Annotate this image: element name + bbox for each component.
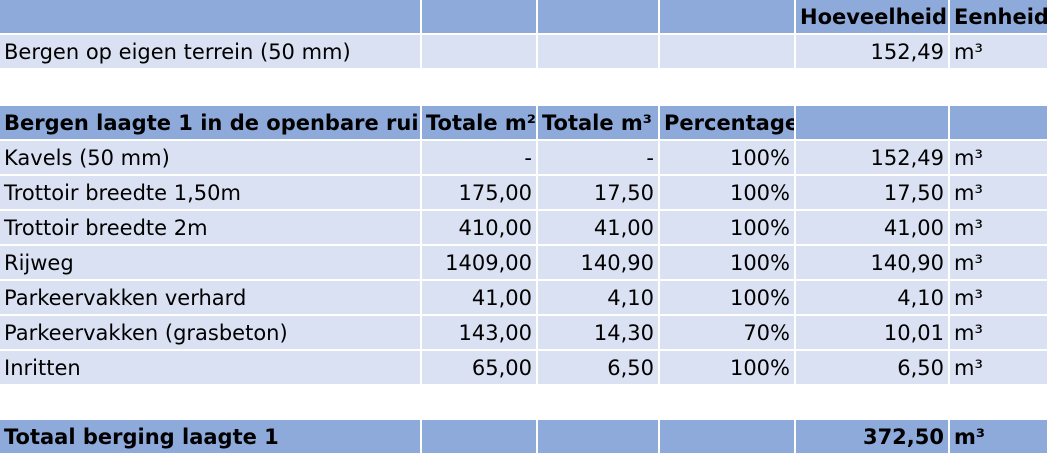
header-eenheid[interactable]: Eenheid [950,0,1047,33]
row-m3[interactable]: 140,90 [538,246,660,279]
row-hoeveelheid[interactable]: 41,00 [796,211,950,244]
top-header-cell-2[interactable] [422,0,538,33]
row-m3[interactable]: 14,30 [538,316,660,349]
row-hoeveelheid[interactable]: 6,50 [796,351,950,384]
eigen-terrein-cell-2[interactable] [422,35,538,68]
row-label[interactable]: Rijweg [0,246,422,279]
row-hoeveelheid[interactable]: 17,50 [796,176,950,209]
row-percentage[interactable]: 100% [660,211,796,244]
table-header-totale-m3[interactable]: Totale m³ [538,106,660,139]
row-hoeveelheid[interactable]: 10,01 [796,316,950,349]
row-m3[interactable]: 6,50 [538,351,660,384]
table-row: Rijweg 1409,00 140,90 100% 140,90 m³ [0,246,1047,279]
row-eenheid[interactable]: m³ [950,176,1047,209]
eigen-terrein-hoeveelheid[interactable]: 152,49 [796,35,950,68]
row-label[interactable]: Parkeervakken verhard [0,281,422,314]
row-percentage[interactable]: 100% [660,176,796,209]
top-header-cell-1[interactable] [0,0,422,33]
eigen-terrein-eenheid[interactable]: m³ [950,35,1047,68]
row-percentage[interactable]: 100% [660,141,796,174]
eigen-terrein-cell-4[interactable] [660,35,796,68]
table-row: Parkeervakken (grasbeton) 143,00 14,30 7… [0,316,1047,349]
top-header-row: Hoeveelheid Eenheid [0,0,1047,33]
eigen-terrein-label[interactable]: Bergen op eigen terrein (50 mm) [0,35,422,68]
top-header-cell-4[interactable] [660,0,796,33]
table-row: Parkeervakken verhard 41,00 4,10 100% 4,… [0,281,1047,314]
row-eenheid[interactable]: m³ [950,316,1047,349]
row-eenheid[interactable]: m³ [950,246,1047,279]
row-m2[interactable]: 143,00 [422,316,538,349]
total-cell-3[interactable] [538,420,660,453]
row-m2[interactable]: 410,00 [422,211,538,244]
row-label[interactable]: Trottoir breedte 2m [0,211,422,244]
row-hoeveelheid[interactable]: 4,10 [796,281,950,314]
row-label[interactable]: Kavels (50 mm) [0,141,422,174]
row-eenheid[interactable]: m³ [950,351,1047,384]
row-percentage[interactable]: 70% [660,316,796,349]
row-label[interactable]: Parkeervakken (grasbeton) [0,316,422,349]
table-row: Inritten 65,00 6,50 100% 6,50 m³ [0,351,1047,384]
table-header-cell-6[interactable] [950,106,1047,139]
table-header-cell-5[interactable] [796,106,950,139]
row-percentage[interactable]: 100% [660,351,796,384]
row-m2[interactable]: 65,00 [422,351,538,384]
row-m3[interactable]: 4,10 [538,281,660,314]
row-m2[interactable]: 1409,00 [422,246,538,279]
table-header-percentage[interactable]: Percentage [660,106,796,139]
row-m3[interactable]: 41,00 [538,211,660,244]
table-row: Kavels (50 mm) - - 100% 152,49 m³ [0,141,1047,174]
table-header-row: Bergen laagte 1 in de openbare ruimte To… [0,106,1047,139]
row-percentage[interactable]: 100% [660,246,796,279]
table-header-totale-m2[interactable]: Totale m² [422,106,538,139]
row-eenheid[interactable]: m³ [950,281,1047,314]
header-hoeveelheid[interactable]: Hoeveelheid [796,0,950,33]
total-cell-4[interactable] [660,420,796,453]
total-hoeveelheid[interactable]: 372,50 [796,420,950,453]
table-header-description[interactable]: Bergen laagte 1 in de openbare ruimte [0,106,422,139]
table-row: Trottoir breedte 1,50m 175,00 17,50 100%… [0,176,1047,209]
row-eenheid[interactable]: m³ [950,211,1047,244]
total-label[interactable]: Totaal berging laagte 1 [0,420,422,453]
table-row: Trottoir breedte 2m 410,00 41,00 100% 41… [0,211,1047,244]
row-label[interactable]: Trottoir breedte 1,50m [0,176,422,209]
row-hoeveelheid[interactable]: 152,49 [796,141,950,174]
row-hoeveelheid[interactable]: 140,90 [796,246,950,279]
row-m2[interactable]: 41,00 [422,281,538,314]
row-m3[interactable]: 17,50 [538,176,660,209]
row-percentage[interactable]: 100% [660,281,796,314]
total-eenheid[interactable]: m³ [950,420,1047,453]
top-header-cell-3[interactable] [538,0,660,33]
row-m2[interactable]: - [422,141,538,174]
row-label[interactable]: Inritten [0,351,422,384]
row-m3[interactable]: - [538,141,660,174]
eigen-terrein-row: Bergen op eigen terrein (50 mm) 152,49 m… [0,35,1047,68]
row-eenheid[interactable]: m³ [950,141,1047,174]
eigen-terrein-cell-3[interactable] [538,35,660,68]
row-m2[interactable]: 175,00 [422,176,538,209]
total-row: Totaal berging laagte 1 372,50 m³ [0,420,1047,453]
total-cell-2[interactable] [422,420,538,453]
